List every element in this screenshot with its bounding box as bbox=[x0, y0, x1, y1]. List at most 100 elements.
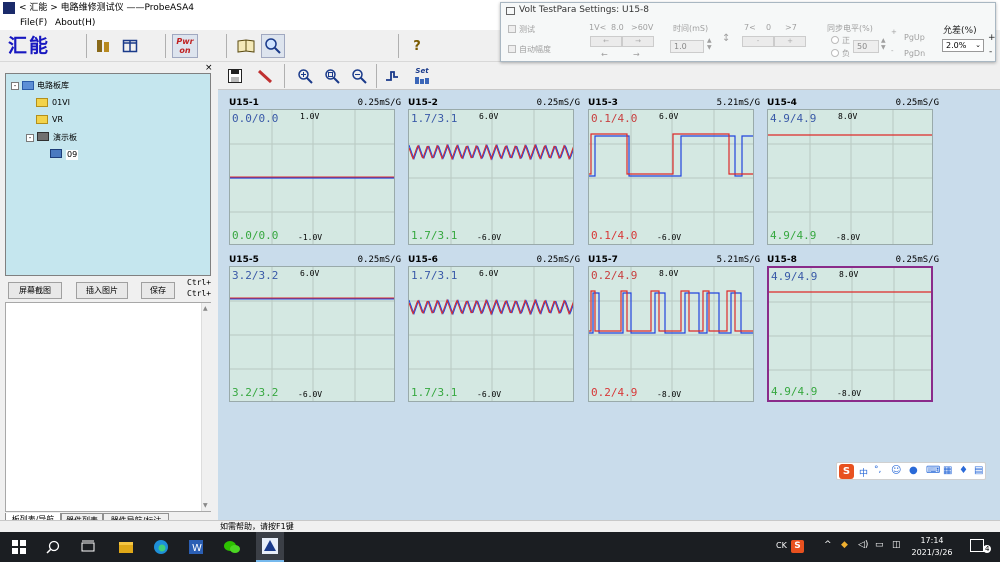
keyboard-icon[interactable]: ⌨ bbox=[926, 465, 940, 476]
task-view-icon[interactable] bbox=[79, 538, 97, 556]
search-probe-icon[interactable] bbox=[261, 34, 285, 58]
trigger-decrease-button[interactable]: - bbox=[742, 36, 774, 47]
save-disk-icon[interactable] bbox=[224, 65, 246, 87]
windows-start-icon[interactable] bbox=[10, 538, 28, 556]
channel-plot[interactable]: 0.2/4.9 0.2/4.9 8.0V -8.0V bbox=[588, 266, 754, 402]
voltage-max-label: 8.0V bbox=[659, 269, 679, 278]
chip-icon bbox=[50, 149, 62, 158]
word-app-icon[interactable]: W bbox=[187, 538, 205, 556]
tree-item-09[interactable]: 09 bbox=[66, 150, 79, 160]
reference-ratio: 0.2/4.9 bbox=[591, 269, 638, 282]
toolbox-icon[interactable]: ▦ bbox=[943, 465, 952, 476]
zoom-in-icon[interactable] bbox=[294, 65, 316, 87]
channel-plot[interactable]: 4.9/4.9 4.9/4.9 8.0V -8.0V bbox=[767, 109, 933, 245]
power-on-button[interactable]: Pwr on bbox=[172, 34, 198, 58]
probe-icon[interactable] bbox=[254, 65, 276, 87]
save-button[interactable]: 保存 bbox=[141, 282, 175, 299]
help-icon[interactable]: ? bbox=[405, 34, 429, 58]
ime-language[interactable]: 中 bbox=[859, 466, 868, 479]
tolerance-minus-icon[interactable]: - bbox=[989, 47, 992, 57]
screenshot-button[interactable]: 屏幕截图 bbox=[8, 282, 62, 299]
negative-radio[interactable] bbox=[831, 49, 839, 57]
tolerance-plus-icon[interactable]: + bbox=[988, 33, 996, 43]
test-ratio: 0.1/4.0 bbox=[591, 229, 638, 242]
tree-item-demo-board[interactable]: 演示板 bbox=[53, 133, 77, 143]
positive-label: 正 bbox=[842, 36, 850, 45]
positive-radio[interactable] bbox=[831, 36, 839, 44]
tray-app-icon[interactable]: ◆ bbox=[841, 540, 848, 550]
time-value-field[interactable]: 1.0 bbox=[670, 40, 704, 53]
channel-name: U15-1 bbox=[229, 98, 259, 108]
tree-root[interactable]: 电路板库 bbox=[37, 81, 69, 91]
notification-icon[interactable] bbox=[970, 539, 984, 552]
book-icon[interactable] bbox=[234, 34, 258, 58]
clock-time: 17:14 bbox=[920, 536, 944, 545]
edge-browser-icon[interactable] bbox=[152, 538, 170, 556]
tree-item-01vi[interactable]: 01VI bbox=[52, 98, 70, 108]
test-checkbox[interactable] bbox=[508, 25, 516, 33]
window-layout-icon[interactable] bbox=[118, 34, 142, 58]
step-wave-icon[interactable] bbox=[381, 65, 403, 87]
sync-spinner-icon[interactable]: ▲ ▼ bbox=[881, 37, 886, 51]
menu-file[interactable]: File(F) bbox=[20, 16, 47, 30]
microphone-icon[interactable]: ● bbox=[909, 465, 918, 476]
channel-plot[interactable]: 0.0/0.0 0.0/0.0 1.0V -1.0V bbox=[229, 109, 395, 245]
svg-text:W: W bbox=[192, 543, 202, 554]
close-panel-icon[interactable]: × bbox=[205, 63, 213, 73]
insert-image-button[interactable]: 插入图片 bbox=[76, 282, 128, 299]
channel-timebase: 5.21mS/G bbox=[716, 98, 760, 108]
waveform-svg bbox=[589, 110, 753, 244]
scope-toolbar: Set bbox=[218, 62, 1000, 90]
shortcut-hint: Ctrl+ bbox=[187, 278, 212, 287]
pgdn-minus-icon: - bbox=[891, 47, 894, 55]
collapse-icon[interactable]: - bbox=[26, 134, 34, 142]
menu-about[interactable]: About(H) bbox=[55, 16, 95, 30]
channel-name: U15-7 bbox=[588, 255, 618, 265]
punctuation-icon[interactable]: °, bbox=[874, 465, 881, 475]
trigger-increase-button[interactable]: + bbox=[774, 36, 806, 47]
voltage-min-label: -1.0V bbox=[298, 233, 323, 242]
grid-menu-icon[interactable]: ▤ bbox=[974, 465, 983, 476]
network-icon[interactable]: ◫ bbox=[892, 540, 901, 550]
channel-plot[interactable]: 0.1/4.0 0.1/4.0 6.0V -6.0V bbox=[588, 109, 754, 245]
battery-icon[interactable]: ▭ bbox=[875, 540, 884, 550]
voltage-min-label: -6.0V bbox=[477, 390, 502, 399]
ime-toolbar: S 中 °, ☺ ● ⌨ ▦ ♦ ▤ bbox=[836, 462, 986, 480]
sync-level-field[interactable]: 50 bbox=[853, 40, 879, 53]
range-decrease-button[interactable]: ← bbox=[590, 36, 622, 47]
search-icon[interactable] bbox=[44, 538, 62, 556]
collapse-icon[interactable]: - bbox=[11, 82, 19, 90]
vertical-scrollbar[interactable]: ▲ ▼ bbox=[201, 303, 211, 511]
sogou-tray-icon[interactable]: S bbox=[791, 540, 804, 553]
channel-plot[interactable]: 1.7/3.1 1.7/3.1 6.0V -6.0V bbox=[408, 109, 574, 245]
zoom-fit-icon[interactable] bbox=[321, 65, 343, 87]
ime-indicator[interactable]: CK bbox=[776, 541, 787, 550]
channel-header: U15-3 5.21mS/G bbox=[588, 98, 760, 108]
channel-plot[interactable]: 1.7/3.1 1.7/3.1 6.0V -6.0V bbox=[408, 266, 574, 402]
test-ratio: 3.2/3.2 bbox=[232, 386, 279, 399]
board-icon[interactable] bbox=[91, 34, 115, 58]
waveform-svg bbox=[230, 110, 394, 244]
tree-item-vr[interactable]: VR bbox=[52, 115, 63, 125]
auto-amplitude-checkbox[interactable] bbox=[508, 45, 516, 53]
sogou-logo-icon[interactable]: S bbox=[839, 464, 854, 479]
volume-icon[interactable]: ◁) bbox=[858, 540, 868, 550]
channel-plot[interactable]: 4.9/4.9 4.9/4.9 8.0V -8.0V bbox=[767, 266, 933, 402]
probeasa-app-icon[interactable] bbox=[256, 532, 284, 562]
range-increase-button[interactable]: → bbox=[622, 36, 654, 47]
channel-plot[interactable]: 3.2/3.2 3.2/3.2 6.0V -6.0V bbox=[229, 266, 395, 402]
file-explorer-icon[interactable] bbox=[117, 538, 135, 556]
time-spinner-icon[interactable]: ▲ ▼ bbox=[707, 37, 712, 51]
system-clock[interactable]: 17:14 2021/3/26 bbox=[904, 535, 960, 559]
skin-icon[interactable]: ♦ bbox=[959, 465, 968, 476]
notes-pane[interactable] bbox=[5, 302, 211, 512]
power-on-label: Pwr on bbox=[176, 37, 194, 55]
tolerance-dropdown[interactable]: 2.0% ⌄ bbox=[942, 39, 984, 52]
zoom-out-icon[interactable] bbox=[348, 65, 370, 87]
settings-set-button[interactable]: Set bbox=[411, 65, 433, 87]
wechat-icon[interactable] bbox=[223, 538, 241, 556]
emoji-icon[interactable]: ☺ bbox=[891, 465, 901, 476]
voltage-max-label: 6.0V bbox=[479, 112, 499, 121]
reference-ratio: 1.7/3.1 bbox=[411, 269, 458, 282]
tray-chevron-up-icon[interactable]: ^ bbox=[824, 540, 832, 550]
